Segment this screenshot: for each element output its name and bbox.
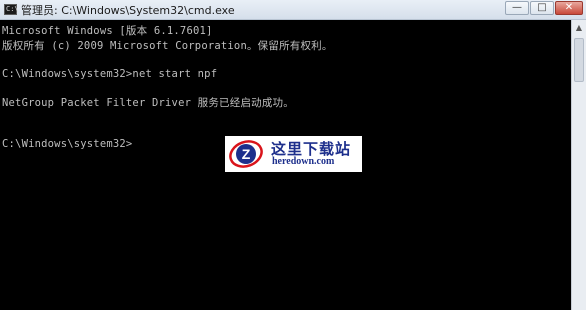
close-button[interactable]: ✕ (555, 1, 583, 15)
minimize-button[interactable]: — (505, 1, 529, 15)
scroll-up-arrow-icon[interactable]: ▲ (573, 22, 585, 34)
console-line-copyright: 版权所有 (c) 2009 Microsoft Corporation。保留所有… (2, 40, 333, 52)
watermark-text-en: heredown.com (272, 156, 335, 167)
console-line-version: Microsoft Windows [版本 6.1.7601] (2, 25, 213, 37)
title-bar[interactable]: C:\ 管理员: C:\Windows\System32\cmd.exe — □… (0, 0, 586, 20)
console-line-result: NetGroup Packet Filter Driver 服务已经启动成功。 (2, 97, 294, 109)
logo-letter: Z (242, 146, 251, 162)
watermark-logo: Z 这里下载站 heredown.com (225, 136, 362, 172)
console-line-command: C:\Windows\system32>net start npf (2, 68, 218, 80)
maximize-button[interactable]: □ (530, 1, 554, 15)
vertical-scrollbar[interactable]: ▲ (571, 20, 586, 310)
cmd-icon[interactable]: C:\ (4, 4, 19, 15)
console-line-prompt: C:\Windows\system32> (2, 138, 133, 150)
heredown-logo-icon: Z (229, 140, 263, 168)
scroll-thumb[interactable] (574, 38, 584, 82)
cmd-window: C:\ 管理员: C:\Windows\System32\cmd.exe — □… (0, 0, 586, 310)
cmd-icon-label: C:\ (6, 5, 19, 13)
window-title: 管理员: C:\Windows\System32\cmd.exe (21, 4, 235, 17)
